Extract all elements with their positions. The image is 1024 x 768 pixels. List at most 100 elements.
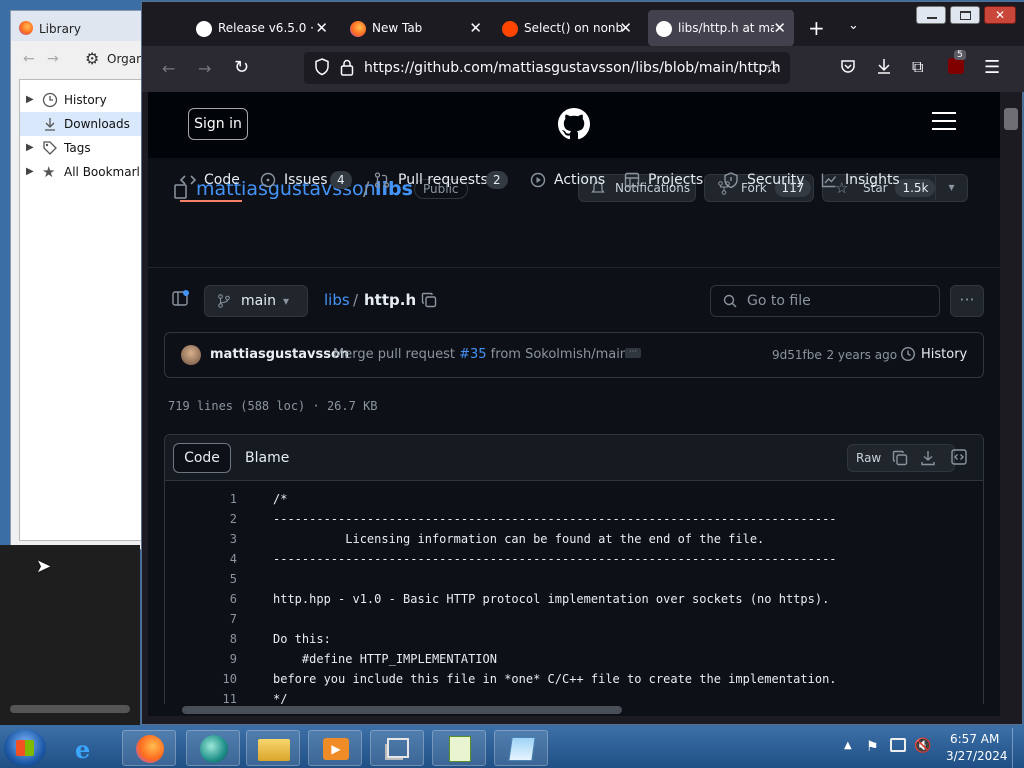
menu-hamburger-icon[interactable] bbox=[932, 112, 956, 130]
menu-hamburger-icon[interactable]: ☰ bbox=[984, 57, 1000, 78]
reddit-icon bbox=[502, 21, 518, 37]
tree-item-tags[interactable]: ▶ Tags bbox=[20, 136, 144, 160]
download-icon[interactable] bbox=[920, 450, 936, 466]
branch-selector[interactable]: main ▾ bbox=[204, 285, 308, 317]
organize-button[interactable]: Organ bbox=[107, 52, 144, 66]
forward-arrow-icon[interactable]: → bbox=[198, 59, 211, 78]
action-center-flag-icon[interactable]: ⚑ bbox=[866, 739, 879, 755]
scrollbar-thumb[interactable] bbox=[182, 706, 622, 714]
commit-author-link[interactable]: mattiasgustavsson bbox=[210, 347, 349, 362]
copy-icon[interactable] bbox=[892, 450, 908, 466]
github-logo-icon[interactable] bbox=[558, 108, 590, 140]
symbols-panel-icon[interactable] bbox=[951, 449, 967, 465]
line-number[interactable]: 6 bbox=[165, 589, 237, 609]
list-tabs-chevron-icon[interactable]: ⌄ bbox=[848, 18, 859, 33]
tab-code[interactable]: Code bbox=[180, 158, 242, 202]
pull-requests-count: 2 bbox=[486, 171, 508, 189]
page-scrollbar-thumb[interactable] bbox=[1004, 108, 1018, 130]
close-icon[interactable]: ✕ bbox=[469, 19, 482, 37]
star-dropdown-chevron-icon[interactable]: ▾ bbox=[935, 174, 967, 200]
extension-badge: 5 bbox=[954, 50, 966, 60]
media-player-icon: ▶ bbox=[323, 738, 349, 760]
notepad-plus-icon bbox=[449, 736, 471, 762]
line-number[interactable]: 4 bbox=[165, 549, 237, 569]
back-arrow-icon[interactable]: ← bbox=[162, 59, 175, 78]
bookmark-star-icon[interactable]: ☆ bbox=[764, 57, 780, 78]
expand-arrow-icon[interactable]: ▶ bbox=[26, 88, 34, 112]
line-number[interactable]: 2 bbox=[165, 509, 237, 529]
taskbar-app-sphere[interactable] bbox=[186, 730, 240, 766]
tab-code-view[interactable]: Code bbox=[173, 443, 231, 473]
line-number[interactable]: 8 bbox=[165, 629, 237, 649]
line-number[interactable]: 1 bbox=[165, 489, 237, 509]
star-count: 1.5k bbox=[895, 179, 936, 197]
downloads-icon[interactable] bbox=[876, 58, 892, 74]
line-number[interactable]: 3 bbox=[165, 529, 237, 549]
tree-item-downloads[interactable]: Downloads bbox=[20, 112, 144, 136]
avatar[interactable] bbox=[181, 345, 201, 365]
tab-blame[interactable]: Blame bbox=[245, 443, 289, 473]
line-number[interactable]: 7 bbox=[165, 609, 237, 629]
taskbar-notepad[interactable] bbox=[494, 730, 548, 766]
scrollbar[interactable] bbox=[10, 705, 130, 713]
tab-http-h[interactable]: libs/http.h at mai ✕ bbox=[648, 10, 794, 46]
sign-in-button[interactable]: Sign in bbox=[188, 108, 248, 140]
back-arrow-icon[interactable]: ← bbox=[23, 51, 35, 67]
expand-arrow-icon[interactable]: ▶ bbox=[26, 160, 34, 184]
taskbar-file-explorer[interactable] bbox=[246, 730, 300, 766]
expand-commit-message-button[interactable]: ··· bbox=[625, 348, 641, 358]
new-tab-plus-icon[interactable]: + bbox=[808, 16, 825, 40]
line-number[interactable]: 9 bbox=[165, 649, 237, 669]
taskbar-internet-explorer[interactable]: e bbox=[62, 730, 116, 766]
line-number[interactable]: 5 bbox=[165, 569, 237, 589]
star-icon: ★ bbox=[42, 163, 56, 181]
taskbar-firefox[interactable] bbox=[122, 730, 176, 766]
shield-icon[interactable] bbox=[314, 58, 330, 76]
more-options-button[interactable]: ··· bbox=[950, 285, 984, 317]
breadcrumb-repo-link[interactable]: libs bbox=[324, 291, 350, 309]
minimize-button[interactable] bbox=[916, 6, 946, 24]
tab-reddit[interactable]: Select() on nonblo ✕ bbox=[502, 10, 632, 46]
clock-time[interactable]: 6:57 AM bbox=[950, 732, 999, 746]
windows-logo-icon bbox=[16, 740, 34, 756]
page-scrollbar-track[interactable] bbox=[1000, 92, 1022, 718]
lock-icon[interactable] bbox=[340, 59, 354, 77]
show-desktop-button[interactable] bbox=[1012, 728, 1024, 768]
url-bar[interactable]: https://github.com/mattiasgustavsson/lib… bbox=[304, 52, 790, 84]
volume-muted-icon[interactable]: 🔇 bbox=[914, 738, 931, 754]
close-icon[interactable]: ✕ bbox=[315, 19, 328, 37]
history-link[interactable]: History bbox=[921, 347, 967, 362]
github-header: Sign in bbox=[148, 92, 1000, 158]
go-to-file-input[interactable]: Go to file bbox=[710, 285, 940, 317]
taskbar-windows-group[interactable] bbox=[370, 730, 424, 766]
ublock-icon[interactable] bbox=[948, 58, 964, 74]
tab-new-tab[interactable]: New Tab ✕ bbox=[350, 10, 482, 46]
raw-button[interactable]: Raw bbox=[847, 444, 955, 472]
start-button[interactable] bbox=[4, 729, 46, 767]
breadcrumb-separator: / bbox=[353, 291, 359, 309]
show-hidden-icons-icon[interactable]: ▲ bbox=[844, 740, 852, 751]
close-window-button[interactable]: ✕ bbox=[984, 6, 1016, 24]
pocket-icon[interactable] bbox=[840, 58, 856, 74]
tab-release[interactable]: Release v6.5.0 · dr ✕ bbox=[196, 10, 328, 46]
maximize-button[interactable] bbox=[950, 6, 980, 24]
clock-date[interactable]: 3/27/2024 bbox=[946, 749, 1008, 763]
sidebar-toggle-icon[interactable] bbox=[172, 290, 190, 308]
taskbar-media-player[interactable]: ▶ bbox=[308, 730, 362, 766]
expand-arrow-icon[interactable]: ▶ bbox=[26, 136, 34, 160]
tree-item-all-bookmarks[interactable]: ▶ ★ All Bookmarl bbox=[20, 160, 144, 184]
library-titlebar[interactable]: Library bbox=[11, 11, 151, 41]
extensions-icon[interactable]: ⧉ bbox=[912, 57, 923, 77]
line-number[interactable]: 10 bbox=[165, 669, 237, 689]
network-icon[interactable] bbox=[890, 738, 906, 752]
forward-arrow-icon[interactable]: → bbox=[47, 51, 59, 67]
close-icon[interactable]: ✕ bbox=[773, 19, 786, 37]
reload-icon[interactable]: ↻ bbox=[234, 57, 249, 78]
tree-item-history[interactable]: ▶ History bbox=[20, 88, 144, 112]
pull-request-link[interactable]: #35 bbox=[459, 347, 486, 362]
app-icon bbox=[200, 735, 228, 763]
copy-path-icon[interactable] bbox=[421, 292, 437, 308]
horizontal-scrollbar[interactable] bbox=[164, 704, 984, 716]
close-icon[interactable]: ✕ bbox=[619, 19, 632, 37]
taskbar-notepad-plus[interactable] bbox=[432, 730, 486, 766]
